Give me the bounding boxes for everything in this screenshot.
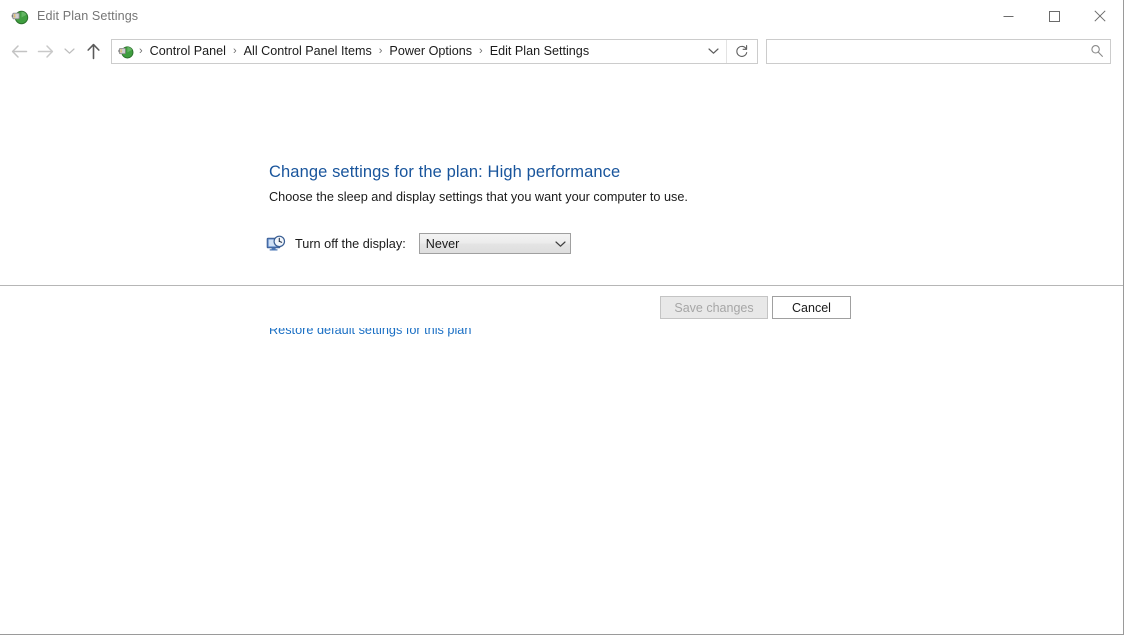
footer-button-bar: Save changes Cancel	[0, 286, 1123, 328]
breadcrumb-item-all-control-panel-items[interactable]: All Control Panel Items	[242, 44, 374, 58]
refresh-icon	[736, 45, 748, 57]
breadcrumb-separator: ›	[232, 44, 237, 57]
search-input[interactable]	[767, 39, 1084, 63]
chevron-down-icon	[552, 240, 570, 248]
breadcrumb-separator: ›	[479, 44, 483, 57]
arrow-right-icon	[37, 44, 53, 58]
arrow-up-icon	[86, 43, 100, 59]
breadcrumb-item-power-options[interactable]: Power Options	[387, 44, 474, 58]
close-icon	[1094, 10, 1106, 22]
chevron-down-icon	[707, 48, 719, 54]
close-button[interactable]	[1077, 0, 1123, 32]
page-title: Change settings for the plan: High perfo…	[269, 163, 621, 181]
empty-area	[0, 328, 1123, 593]
forward-button[interactable]	[32, 36, 58, 66]
chevron-down-icon	[63, 48, 75, 54]
setting-row-turn-off-display: Turn off the display: Never	[266, 233, 571, 254]
window-title: Edit Plan Settings	[37, 9, 139, 23]
display-clock-icon	[266, 235, 286, 250]
maximize-icon	[1048, 10, 1060, 22]
breadcrumb: › Control Panel › All Control Panel Item…	[112, 40, 700, 63]
navigation-bar: › Control Panel › All Control Panel Item…	[0, 32, 1123, 70]
minimize-icon	[1003, 15, 1013, 17]
maximize-button[interactable]	[1031, 0, 1077, 32]
turn-off-display-value: Never	[425, 236, 460, 251]
back-button[interactable]	[6, 36, 32, 66]
breadcrumb-item-control-panel[interactable]: Control Panel	[148, 44, 228, 58]
save-changes-button[interactable]: Save changes	[660, 296, 768, 319]
cancel-button[interactable]: Cancel	[772, 296, 851, 319]
search-button[interactable]	[1084, 44, 1110, 58]
search-box[interactable]	[766, 38, 1111, 64]
chevron-down-glyph	[555, 240, 566, 247]
recent-locations-button[interactable]	[58, 36, 80, 66]
address-dropdown-button[interactable]	[700, 40, 726, 63]
nav-buttons	[0, 32, 106, 70]
turn-off-display-dropdown[interactable]: Never	[418, 233, 571, 254]
title-bar: Edit Plan Settings	[0, 0, 1123, 32]
up-button[interactable]	[80, 36, 106, 66]
setting-label-turn-off-display: Turn off the display:	[295, 236, 406, 251]
power-plan-icon	[11, 10, 29, 25]
window-controls	[985, 0, 1123, 32]
minimize-button[interactable]	[985, 0, 1031, 32]
breadcrumb-item-edit-plan-settings[interactable]: Edit Plan Settings	[488, 44, 591, 58]
content-pane: Change settings for the plan: High perfo…	[0, 70, 1123, 337]
edit-plan-settings-window: Edit Plan Settings › Control Panel › All…	[0, 0, 1124, 635]
search-icon	[1091, 45, 1103, 57]
refresh-button[interactable]	[726, 39, 757, 63]
arrow-left-icon	[11, 44, 27, 58]
page-subtitle: Choose the sleep and display settings th…	[269, 190, 688, 204]
breadcrumb-separator: ›	[139, 44, 143, 57]
address-bar[interactable]: › Control Panel › All Control Panel Item…	[111, 38, 758, 64]
power-plan-icon	[118, 46, 134, 59]
breadcrumb-separator: ›	[378, 44, 383, 57]
